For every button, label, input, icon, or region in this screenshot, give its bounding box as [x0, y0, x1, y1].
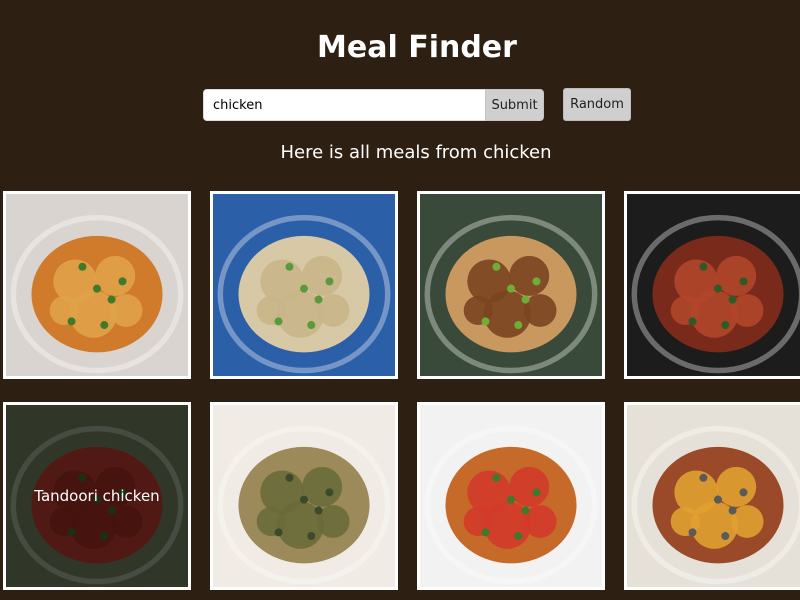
meal-card[interactable]	[3, 191, 191, 379]
submit-button[interactable]: Submit	[485, 89, 544, 121]
meal-image	[627, 194, 800, 376]
random-button[interactable]: Random	[563, 88, 631, 121]
meal-image	[6, 194, 188, 376]
result-heading: Here is all meals from chicken	[280, 142, 552, 163]
meal-card[interactable]	[210, 191, 398, 379]
page-title: Meal Finder	[317, 30, 517, 65]
meal-image	[420, 405, 602, 587]
meal-card[interactable]	[417, 191, 605, 379]
meal-image	[213, 405, 395, 587]
meal-card[interactable]	[210, 402, 398, 590]
meal-card[interactable]	[417, 402, 605, 590]
meal-name: Tandoori chicken	[34, 487, 160, 505]
meal-image	[627, 405, 800, 587]
meal-image	[420, 194, 602, 376]
search-input[interactable]	[203, 89, 485, 121]
meal-image	[213, 194, 395, 376]
meal-card[interactable]	[624, 402, 800, 590]
meal-card[interactable]: Tandoori chicken	[3, 402, 191, 590]
meal-info-overlay: Tandoori chicken	[6, 405, 188, 587]
meal-card[interactable]	[624, 191, 800, 379]
